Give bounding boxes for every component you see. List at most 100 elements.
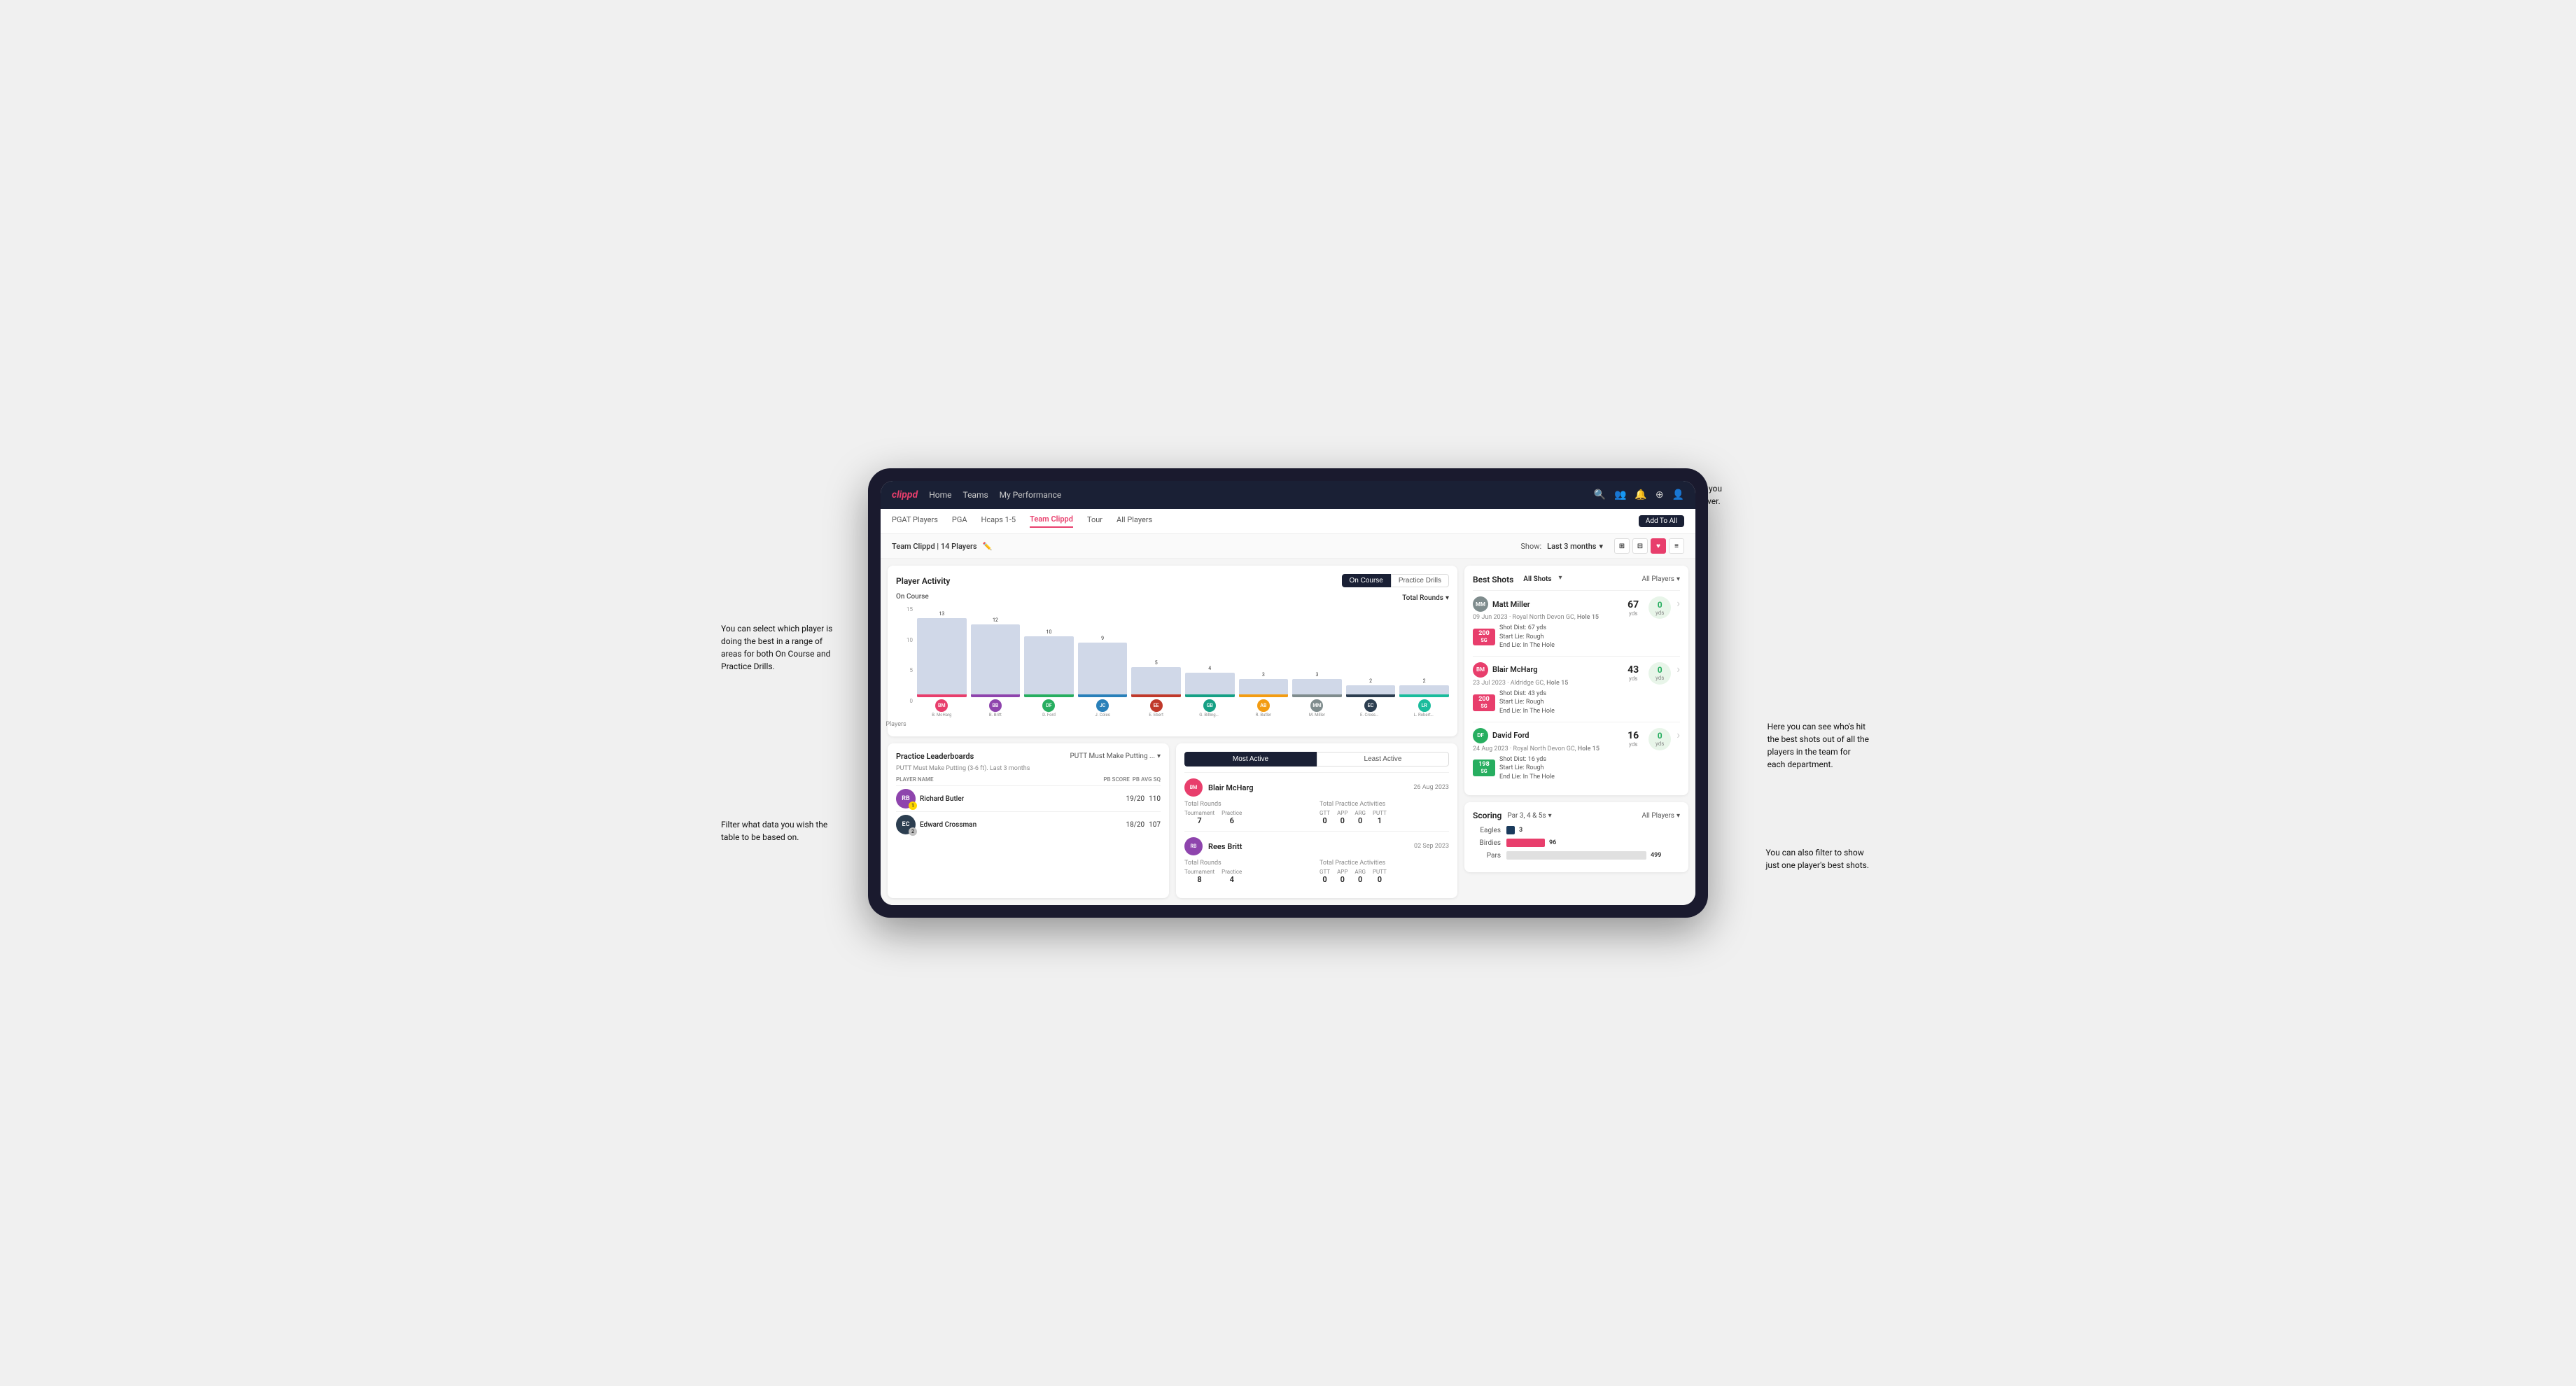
all-shots-tab[interactable]: All Shots — [1519, 574, 1555, 584]
all-players-dropdown[interactable]: All Players ▾ — [1642, 575, 1680, 583]
shots-tab-group: All Shots ▾ — [1519, 574, 1562, 584]
avatar-9: LR — [1418, 699, 1431, 712]
player-edward-score: 18/20 — [1126, 821, 1145, 829]
bar-accent-2 — [1024, 694, 1074, 697]
tablet-screen: clippd Home Teams My Performance 🔍 👥 🔔 ⊕… — [881, 481, 1695, 905]
avatar-rees: RB — [1184, 837, 1203, 855]
leaderboard-dropdown-label: PUTT Must Make Putting ... — [1070, 752, 1155, 760]
bar-value-6: 3 — [1262, 672, 1265, 678]
bottom-left-grid: Practice Leaderboards PUTT Must Make Put… — [888, 743, 1457, 898]
tab-pga[interactable]: PGA — [952, 515, 967, 527]
bar-accent-6 — [1239, 694, 1289, 697]
shot-player-name-1: Matt Miller — [1492, 600, 1530, 609]
tab-hcaps[interactable]: Hcaps 1-5 — [981, 515, 1016, 527]
scoring-pars-row: Pars 499 — [1473, 851, 1680, 860]
eagles-label: Eagles — [1473, 827, 1501, 834]
x-avatar-4: EE E. Ebert — [1131, 699, 1181, 718]
tab-pgat-players[interactable]: PGAT Players — [892, 515, 938, 527]
bar-4: 5 — [1131, 660, 1181, 697]
rank-badge-2: 2 — [909, 827, 917, 836]
user-icon[interactable]: 👤 — [1672, 489, 1684, 500]
shot-player-name-2: Blair McHarg — [1492, 665, 1537, 674]
x-avatar-8: EC E. Crossman — [1346, 699, 1396, 718]
tab-all-players[interactable]: All Players — [1116, 515, 1152, 527]
nav-home[interactable]: Home — [929, 490, 951, 500]
scoring-all-players[interactable]: All Players ▾ — [1642, 812, 1680, 820]
y-label-15: 15 — [906, 606, 913, 612]
shot-stat-dist-3: 16 yds — [1620, 730, 1646, 748]
chevron-right-1[interactable]: › — [1676, 596, 1680, 610]
active-player-top-1: BM Blair McHarg 26 Aug 2023 — [1184, 778, 1449, 797]
shot-player-row-2: BM Blair McHarg — [1473, 662, 1615, 678]
chevron-right-3[interactable]: › — [1676, 728, 1680, 741]
bar-rect-8 — [1346, 685, 1396, 697]
avatar-6: AB — [1257, 699, 1270, 712]
birdies-bar — [1506, 839, 1545, 847]
x-label-9: L. Robertson — [1414, 713, 1435, 718]
least-active-tab[interactable]: Least Active — [1317, 752, 1449, 766]
nav-my-performance[interactable]: My Performance — [1000, 490, 1062, 500]
avatar-1: BB — [989, 699, 1002, 712]
shot-card-1: MM Matt Miller 09 Jun 2023 · Royal North… — [1473, 590, 1680, 656]
chevron-right-2[interactable]: › — [1676, 662, 1680, 676]
on-course-toggle[interactable]: On Course — [1342, 574, 1391, 587]
rees-app: APP 0 — [1337, 869, 1348, 884]
x-avatar-9: LR L. Robertson — [1399, 699, 1449, 718]
leaderboard-dropdown[interactable]: PUTT Must Make Putting ... ▾ — [1070, 752, 1161, 760]
scoring-all-players-arrow: ▾ — [1676, 812, 1680, 820]
x-label-0: B. McHarg — [932, 713, 951, 718]
best-shots-header: Best Shots All Shots ▾ All Players ▾ — [1473, 574, 1680, 584]
bar-6: 3 — [1239, 672, 1289, 697]
total-rounds-filter[interactable]: Total Rounds ▾ — [1402, 594, 1449, 602]
nav-teams[interactable]: Teams — [962, 490, 988, 500]
blair-date: 26 Aug 2023 — [1413, 784, 1449, 791]
tab-team-clippd[interactable]: Team Clippd — [1030, 514, 1073, 528]
avatar-7: MM — [1310, 699, 1323, 712]
rees-rounds-row: Tournament 8 Practice 4 — [1184, 869, 1314, 884]
x-avatar-0: BM B. McHarg — [917, 699, 967, 718]
view-grid3-btn[interactable]: ⊟ — [1632, 538, 1648, 554]
add-to-all-button[interactable]: Add To All — [1639, 515, 1684, 527]
view-heart-btn[interactable]: ♥ — [1651, 538, 1666, 554]
pars-value: 499 — [1651, 852, 1661, 859]
bar-value-7: 3 — [1315, 672, 1318, 678]
blair-rounds-row: Tournament 7 Practice 6 — [1184, 810, 1314, 825]
plus-circle-icon[interactable]: ⊕ — [1656, 489, 1664, 500]
users-icon[interactable]: 👥 — [1614, 489, 1626, 500]
view-list-btn[interactable]: ≡ — [1669, 538, 1684, 554]
bar-accent-0 — [917, 694, 967, 697]
eagles-value: 3 — [1519, 827, 1522, 834]
x-avatar-2: DF D. Ford — [1024, 699, 1074, 718]
x-label-7: M. Miller — [1309, 713, 1325, 718]
show-dropdown[interactable]: Last 3 months ▾ — [1547, 542, 1603, 551]
search-icon[interactable]: 🔍 — [1594, 489, 1606, 500]
eagles-bar — [1506, 826, 1515, 834]
player-activity-card: Player Activity On Course Practice Drill… — [888, 566, 1457, 736]
edit-icon[interactable]: ✏️ — [983, 542, 993, 551]
blair-rounds-title: Total Rounds — [1184, 801, 1314, 808]
nav-items: Home Teams My Performance — [929, 490, 1582, 500]
right-column: Best Shots All Shots ▾ All Players ▾ — [1464, 566, 1688, 898]
sub-header: Team Clippd | 14 Players ✏️ Show: Last 3… — [881, 534, 1695, 559]
bar-rect-6 — [1239, 679, 1289, 697]
rees-activities-row: GTT 0 APP 0 — [1320, 869, 1449, 884]
activity-toggle: On Course Practice Drills — [1342, 574, 1449, 587]
scoring-filter[interactable]: Par 3, 4 & 5s ▾ — [1507, 812, 1551, 820]
tab-tour[interactable]: Tour — [1087, 515, 1102, 527]
leaderboard-col-headers: PLAYER NAME PB SCORE PB AVG SQ — [896, 776, 1161, 783]
team-label: Team Clippd | 14 Players — [892, 542, 977, 551]
tab-bar: PGAT Players PGA Hcaps 1-5 Team Clippd T… — [881, 509, 1695, 534]
bell-icon[interactable]: 🔔 — [1634, 489, 1646, 500]
sg-badge-1: 200 SG — [1473, 629, 1495, 645]
scoring-birdies-row: Birdies 96 — [1473, 839, 1680, 847]
bar-value-0: 13 — [939, 611, 944, 617]
view-grid4-btn[interactable]: ⊞ — [1614, 538, 1630, 554]
shot-player-info-2: BM Blair McHarg 23 Jul 2023 · Aldridge G… — [1473, 662, 1615, 716]
x-avatar-6: AB R. Butler — [1239, 699, 1289, 718]
blair-gtt: GTT 0 — [1320, 810, 1330, 825]
section-on-course: On Course — [896, 593, 929, 601]
practice-drills-toggle[interactable]: Practice Drills — [1391, 574, 1449, 587]
most-active-tab[interactable]: Most Active — [1184, 752, 1317, 766]
blair-stats: Total Rounds Tournament 7 Practice — [1184, 801, 1449, 825]
shots-tab-arrow[interactable]: ▾ — [1558, 574, 1562, 584]
